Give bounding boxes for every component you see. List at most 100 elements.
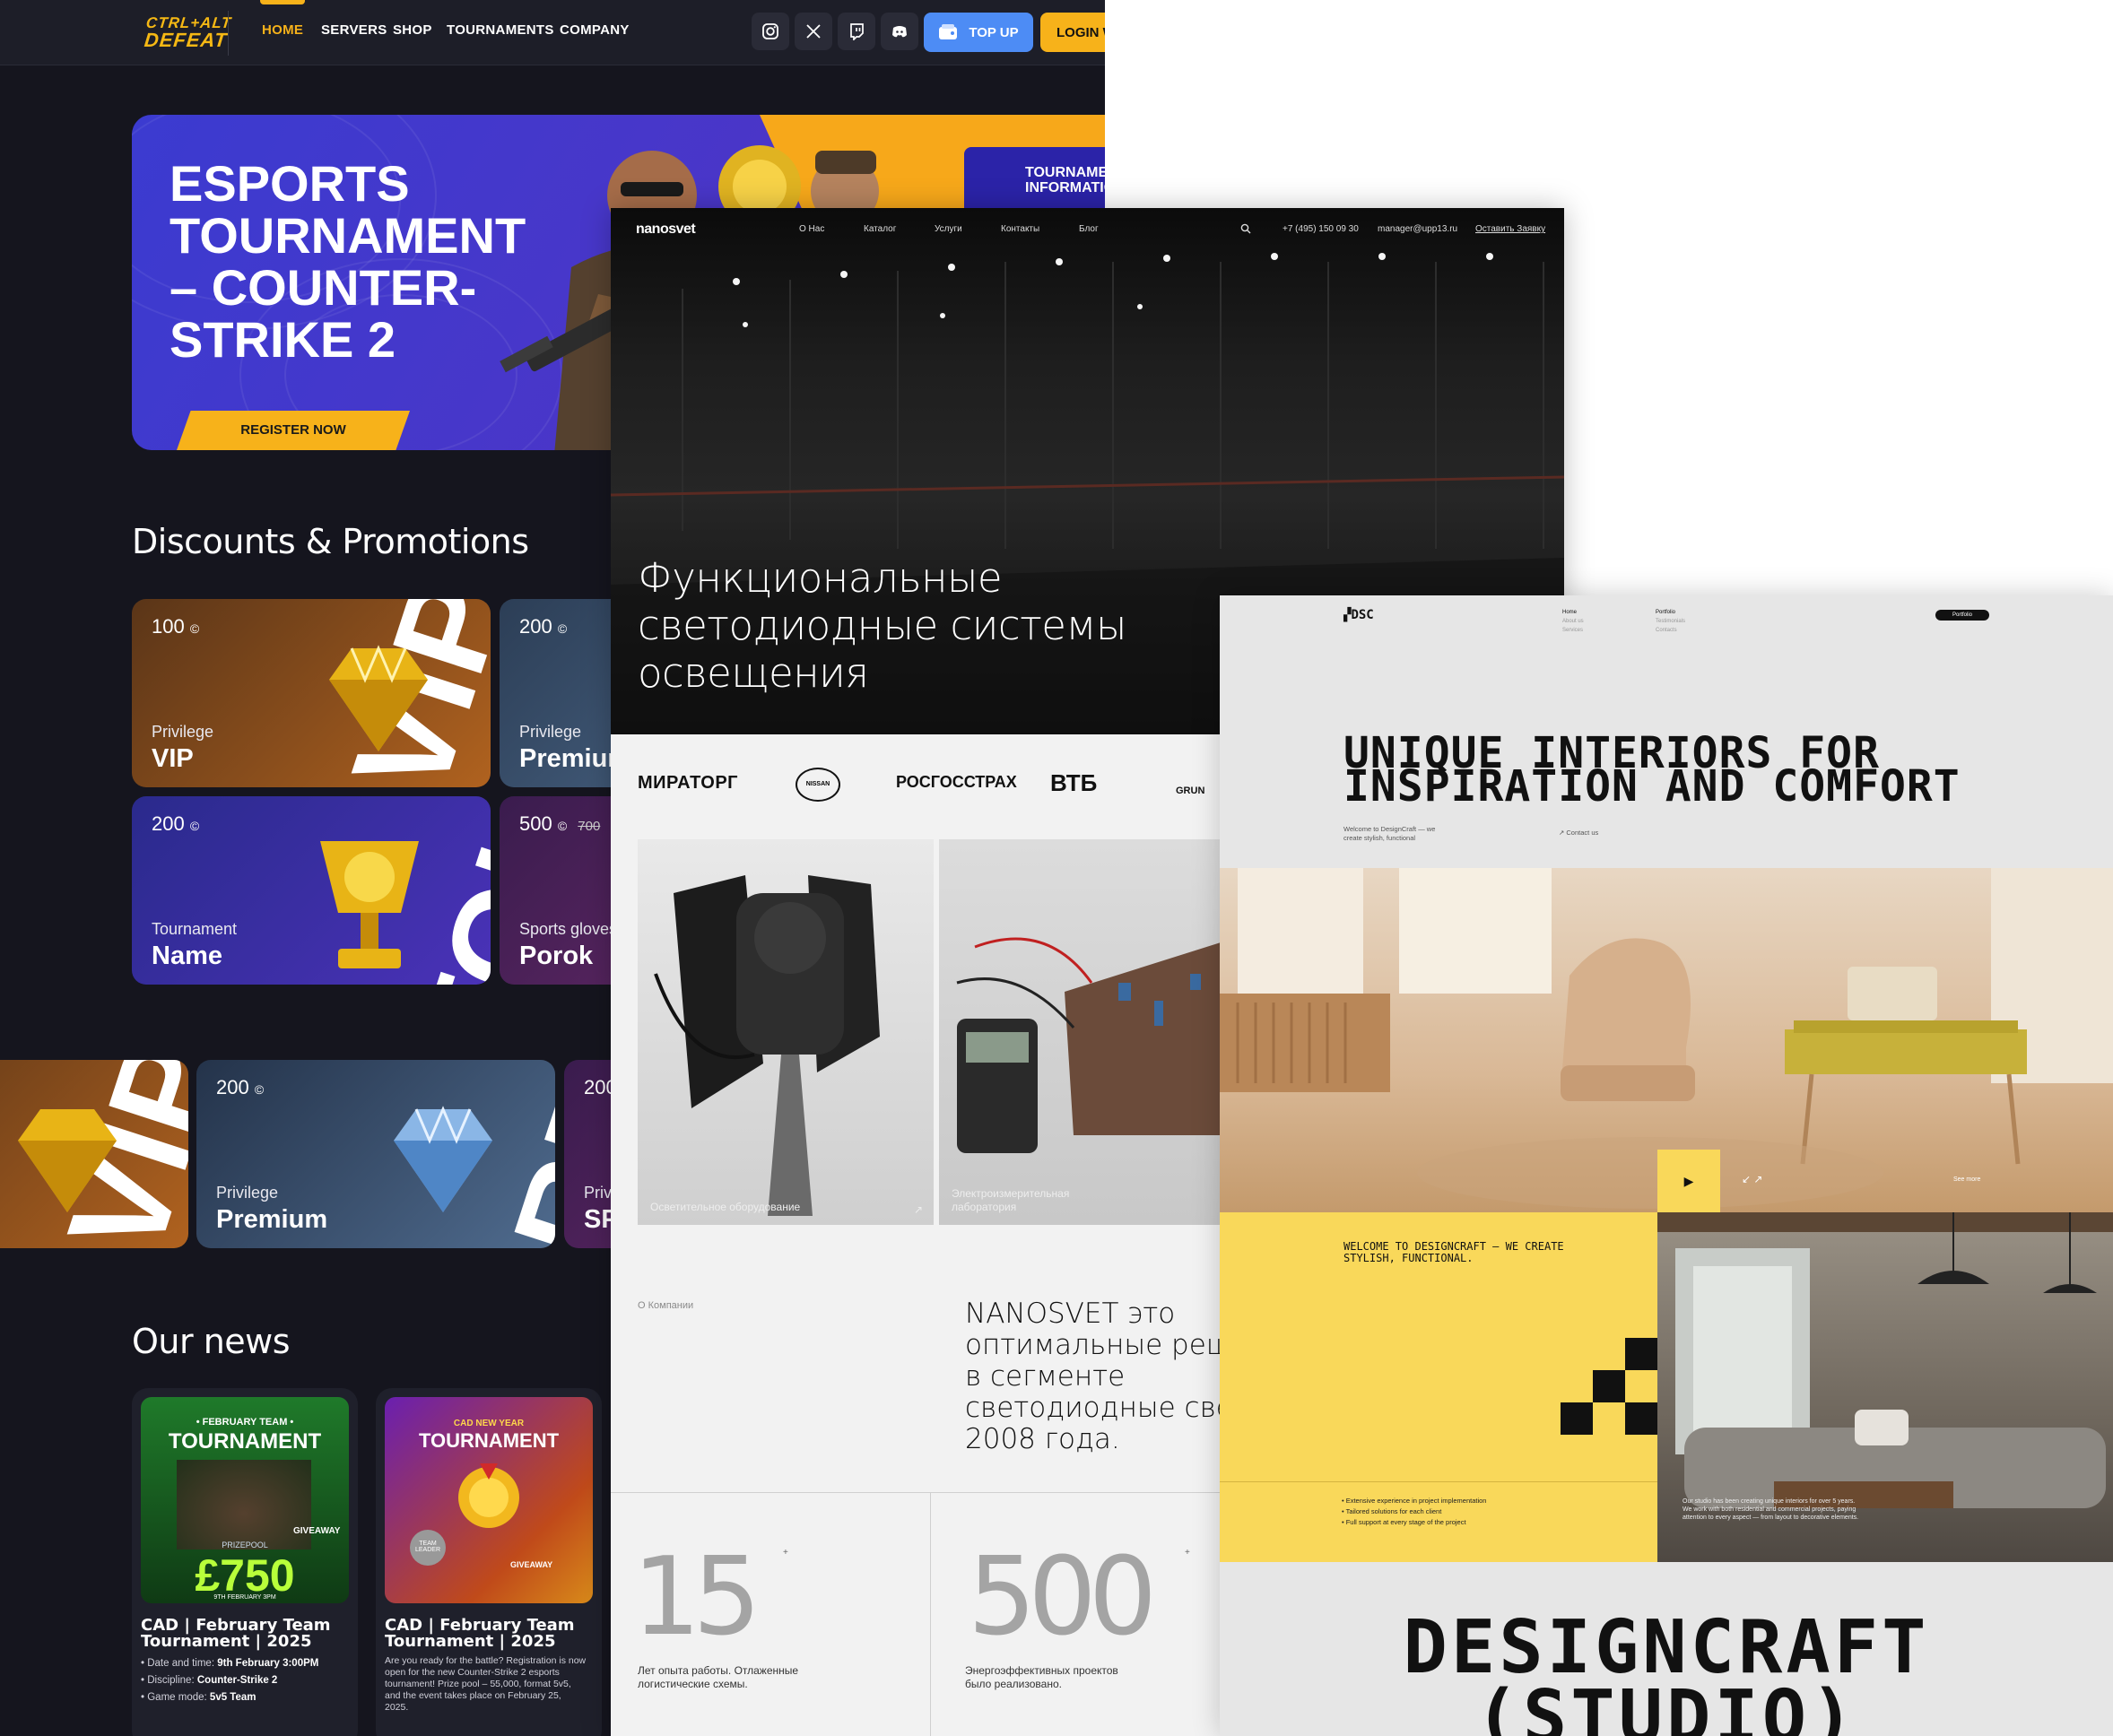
nanosvet-logo[interactable]: nanosvet (636, 221, 696, 238)
meta-value: 9th February 3:00PM (217, 1658, 319, 1669)
promo-card-tournament[interactable]: TOUR 200 © Tournament Name (132, 796, 491, 985)
nav-shop[interactable]: SHOP (393, 22, 432, 38)
promo-card-vip[interactable]: VIP 100 © Privilege VIP (132, 599, 491, 787)
card-old-price: 700 (578, 819, 601, 834)
client-logo-nissan: NISSAN (796, 768, 840, 802)
currency-icon: © (189, 819, 200, 833)
category-card-lab[interactable]: Электроизмерительная лаборатория (939, 839, 1235, 1225)
portfolio-button[interactable]: Portfolio (1935, 610, 1989, 621)
card-price: 100 (152, 615, 185, 638)
nav-servers[interactable]: SERVERS (321, 22, 387, 38)
login-with-steam-button[interactable]: LOGIN WITH STEAM (1040, 13, 1105, 52)
news-poster: • FEBRUARY TEAM • TOURNAMENT PRIZEPOOL £… (141, 1397, 349, 1603)
nav-catalog[interactable]: Каталог (864, 224, 896, 234)
nav-home[interactable]: Home (1562, 608, 1584, 617)
category-label: Осветительное оборудование (650, 1201, 801, 1213)
category-card-lighting[interactable]: Осветительное оборудование ↗ (638, 839, 934, 1225)
nav-blog[interactable]: Блог (1079, 224, 1099, 234)
news-card[interactable]: • FEBRUARY TEAM • TOURNAMENT PRIZEPOOL £… (132, 1388, 358, 1736)
news-meta-row: • Discipline: Counter-Strike 2 (141, 1675, 278, 1686)
currency-icon: © (189, 621, 200, 636)
nav-contacts[interactable]: Контакты (1001, 224, 1039, 234)
currency-icon: © (557, 819, 568, 833)
bullet-text: Extensive experience in project implemen… (1345, 1497, 1487, 1505)
leave-request-button[interactable]: Оставить Заявку (1475, 224, 1545, 234)
bullet-text: Tailored solutions for each client (1345, 1507, 1442, 1515)
nav-testimonials[interactable]: Testimonials (1656, 617, 1685, 626)
promo-card-vip-carousel[interactable]: VIP (0, 1060, 188, 1248)
blue-gem-icon (394, 1106, 492, 1212)
meta-value: 5v5 Team (209, 1692, 257, 1703)
dsc-logo-text: DSC (1351, 608, 1374, 622)
instagram-icon[interactable] (752, 13, 789, 50)
nav-tournaments[interactable]: TOURNAMENTS (447, 22, 554, 38)
nav-company[interactable]: COMPANY (560, 22, 630, 38)
news-meta-list: • Date and time: 9th February 3:00PM • D… (141, 1655, 356, 1706)
discord-icon[interactable] (881, 13, 918, 50)
x-icon[interactable] (795, 13, 832, 50)
client-logo-rosgosstrakh: РОСГОССТРАХ (896, 773, 1017, 791)
pixel-blocks-icon (1561, 1338, 1657, 1435)
card-kind: Tournament (152, 920, 238, 938)
stat-years-value: 15 (632, 1535, 761, 1660)
intro-text: Welcome to DesignCraft — we create styli… (1343, 825, 1436, 842)
see-more-link[interactable]: See more (1953, 1176, 1980, 1183)
nav-portfolio[interactable]: Portfolio (1656, 608, 1685, 617)
contact-us-link[interactable]: ↗ Contact us (1559, 829, 1598, 837)
news-title: CAD | February Team Tournament | 2025 (141, 1616, 331, 1651)
divider (1220, 1481, 1657, 1482)
bullet-item: • Tailored solutions for each client (1342, 1507, 1442, 1515)
card-kind: Privilege (519, 723, 582, 741)
nav-services[interactable]: Услуги (935, 224, 962, 234)
news-title: CAD | February Team Tournament | 2025 (385, 1616, 575, 1651)
phone-link[interactable]: +7 (495) 150 09 30 (1283, 224, 1359, 234)
hero-headline: UNIQUE INTERIORS FOR INSPIRATION AND COM… (1343, 728, 1961, 812)
contact-us-label: Contact us (1566, 829, 1599, 837)
poster-prize-label: PRIZEPOOL (222, 1541, 268, 1549)
register-now-button[interactable]: REGISTER NOW (177, 411, 410, 450)
poster-title: TOURNAMENT (168, 1429, 322, 1454)
dsc-logo[interactable]: ▞DSC (1343, 608, 1374, 622)
search-icon[interactable] (1240, 223, 1251, 234)
card-price: 200 (519, 615, 552, 638)
play-button[interactable]: ▶ (1657, 1150, 1720, 1212)
nav-contacts[interactable]: Contacts (1656, 626, 1685, 635)
poster-players-image (177, 1460, 311, 1549)
divider (930, 1492, 931, 1736)
bullet-item: • Full support at every stage of the pro… (1342, 1518, 1466, 1526)
meta-key: Game mode: (147, 1692, 207, 1703)
living-room-image: Our studio has been creating unique inte… (1657, 1212, 2113, 1562)
gold-gem-icon (18, 1109, 117, 1212)
meta-key: Date and time: (147, 1658, 215, 1669)
poster-date: 9TH FEBRUARY 3PM (213, 1594, 276, 1601)
poster-badge: GIVEAWAY (293, 1526, 341, 1536)
bullet-item: • Extensive experience in project implem… (1342, 1497, 1487, 1505)
studio-subtitle: (STUDIO) (1474, 1675, 1858, 1736)
promo-card-premium-carousel[interactable]: PREM 200 © Privilege Premium (196, 1060, 555, 1248)
currency-icon: © (557, 621, 568, 636)
ctrl-alt-defeat-logo[interactable]: CTRL+ALT DEFEAT (143, 14, 232, 51)
studio-blurb: Our studio has been creating unique inte… (1683, 1498, 1859, 1521)
tournament-information-button[interactable]: TOURNAMENT INFORMATION (964, 147, 1105, 215)
welcome-heading: WELCOME TO DESIGNCRAFT — WE CREATE STYLI… (1343, 1240, 1564, 1264)
twitch-icon[interactable] (838, 13, 875, 50)
news-card[interactable]: CAD NEW YEAR TOURNAMENT TEAM LEADER GIVE… (376, 1388, 602, 1736)
nav-home[interactable]: HOME (262, 22, 303, 38)
client-logo-miratorg: МИРАТОРГ (638, 773, 739, 793)
designcraft-site-panel: ▞DSC Home About us Services Portfolio Te… (1220, 595, 2113, 1736)
top-up-button[interactable]: TOP UP (924, 13, 1033, 52)
stat-projects-caption: Энергоэффективных проектов было реализов… (965, 1664, 1118, 1690)
card-kind: Sports gloves (519, 920, 618, 938)
nav-services[interactable]: Services (1562, 626, 1584, 635)
nav-about[interactable]: О Нас (799, 224, 824, 234)
email-link[interactable]: manager@upp13.ru (1378, 224, 1457, 234)
card-name: VIP (152, 744, 194, 773)
card-price: 200 (152, 812, 185, 835)
active-tab-indicator (260, 0, 305, 4)
news-meta-row: • Game mode: 5v5 Team (141, 1692, 257, 1703)
slider-arrows-icon[interactable]: ↙ ↗ (1742, 1173, 1762, 1185)
nav-about[interactable]: About us (1562, 617, 1584, 626)
card-name: Porok (519, 942, 594, 970)
promotions-heading: Discounts & Promotions (132, 522, 529, 561)
news-heading: Our news (132, 1322, 291, 1361)
